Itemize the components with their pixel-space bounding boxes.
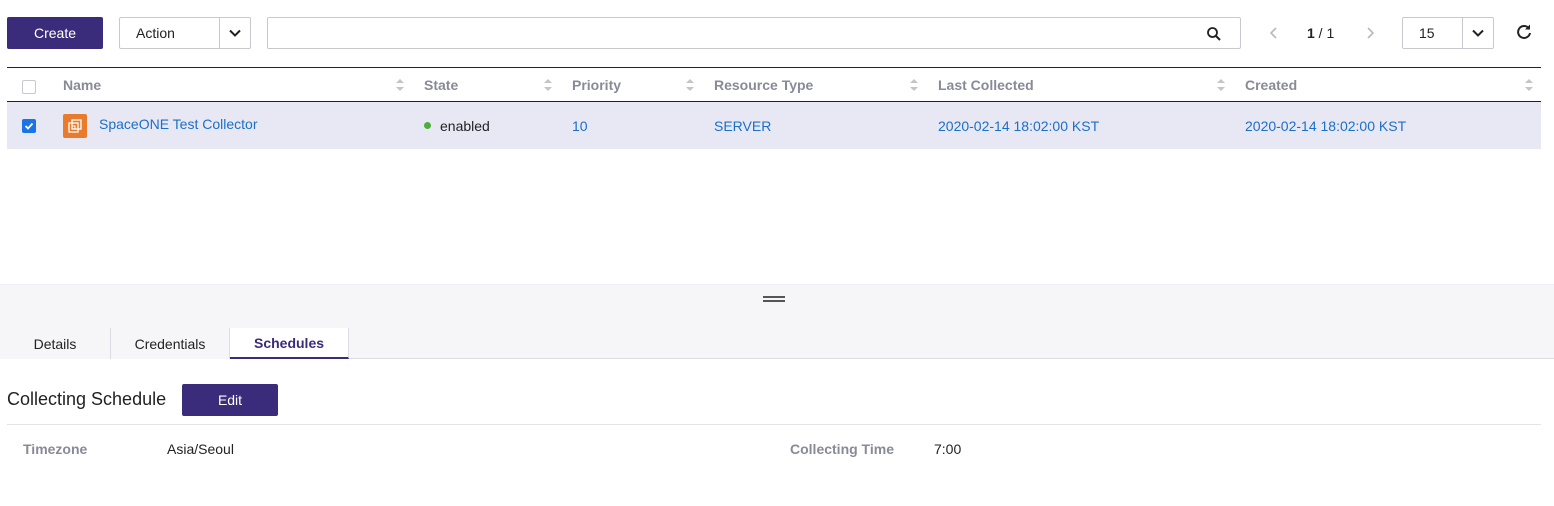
timezone-label: Timezone [23,441,88,457]
refresh-icon[interactable] [1515,23,1533,44]
tab-schedules[interactable]: Schedules [230,328,349,359]
select-all-checkbox[interactable] [22,80,36,94]
priority-cell: 10 [572,117,588,134]
column-header-state[interactable]: State [424,68,458,101]
check-icon [24,122,34,130]
last-collected-cell: 2020-02-14 18:02:00 KST [938,117,1100,134]
action-dropdown-label: Action [136,25,175,41]
timezone-value: Asia/Seoul [167,441,234,457]
pagination: 1 / 1 [1263,17,1383,49]
resource-type-cell: SERVER [714,117,772,134]
section-title: Collecting Schedule [7,389,167,409]
drag-handle-icon[interactable] [763,296,785,302]
create-button[interactable]: Create [7,17,103,49]
search-icon[interactable] [1206,26,1222,45]
search-input[interactable] [268,18,1188,48]
row-checkbox[interactable] [22,119,36,133]
sort-icon[interactable] [396,78,404,94]
sort-icon[interactable] [686,78,694,94]
tab-details[interactable]: Details [0,328,111,359]
edit-button[interactable]: Edit [182,384,278,416]
collecting-time-label: Collecting Time [790,441,894,457]
chevron-left-icon[interactable] [1267,26,1281,43]
collector-name-link[interactable]: SpaceONE Test Collector [99,100,257,147]
collector-table: Name State Priority Resource Type Last C… [7,67,1541,149]
page-separator: / [1314,25,1327,41]
page-size-dropdown[interactable]: 15 [1402,17,1494,49]
page-indicator: 1 / 1 [1307,25,1334,41]
sort-icon[interactable] [1217,78,1225,94]
status-dot-icon [424,122,431,129]
sort-icon[interactable] [1525,78,1533,94]
toolbar: Create Action 1 / 1 15 [7,17,1554,49]
column-header-created[interactable]: Created [1245,68,1297,101]
collecting-time-value: 7:00 [934,441,962,457]
page-size-value: 15 [1419,25,1435,41]
detail-tabs: Details Credentials Schedules [0,328,1554,359]
current-page: 1 [1307,25,1315,41]
action-dropdown[interactable]: Action [119,17,251,49]
chevron-right-icon[interactable] [1363,26,1377,43]
column-header-priority[interactable]: Priority [572,68,621,101]
search-box [267,17,1241,49]
column-header-name[interactable]: Name [63,68,101,101]
sort-icon[interactable] [910,78,918,94]
table-header: Name State Priority Resource Type Last C… [7,67,1541,102]
column-header-resource-type[interactable]: Resource Type [714,68,813,101]
collector-icon [63,114,87,138]
state-value: enabled [440,117,490,134]
tab-credentials[interactable]: Credentials [111,328,230,359]
chevron-down-icon[interactable] [219,18,250,48]
created-cell: 2020-02-14 18:02:00 KST [1245,117,1407,134]
column-header-last-collected[interactable]: Last Collected [938,68,1034,101]
panel-splitter [0,284,1554,328]
chevron-down-icon[interactable] [1462,18,1493,48]
total-pages: 1 [1326,25,1335,41]
sort-icon[interactable] [544,78,552,94]
table-row[interactable]: SpaceONE Test Collector enabled 10 SERVE… [7,102,1541,149]
divider [7,424,1541,425]
state-cell: enabled [424,102,490,149]
